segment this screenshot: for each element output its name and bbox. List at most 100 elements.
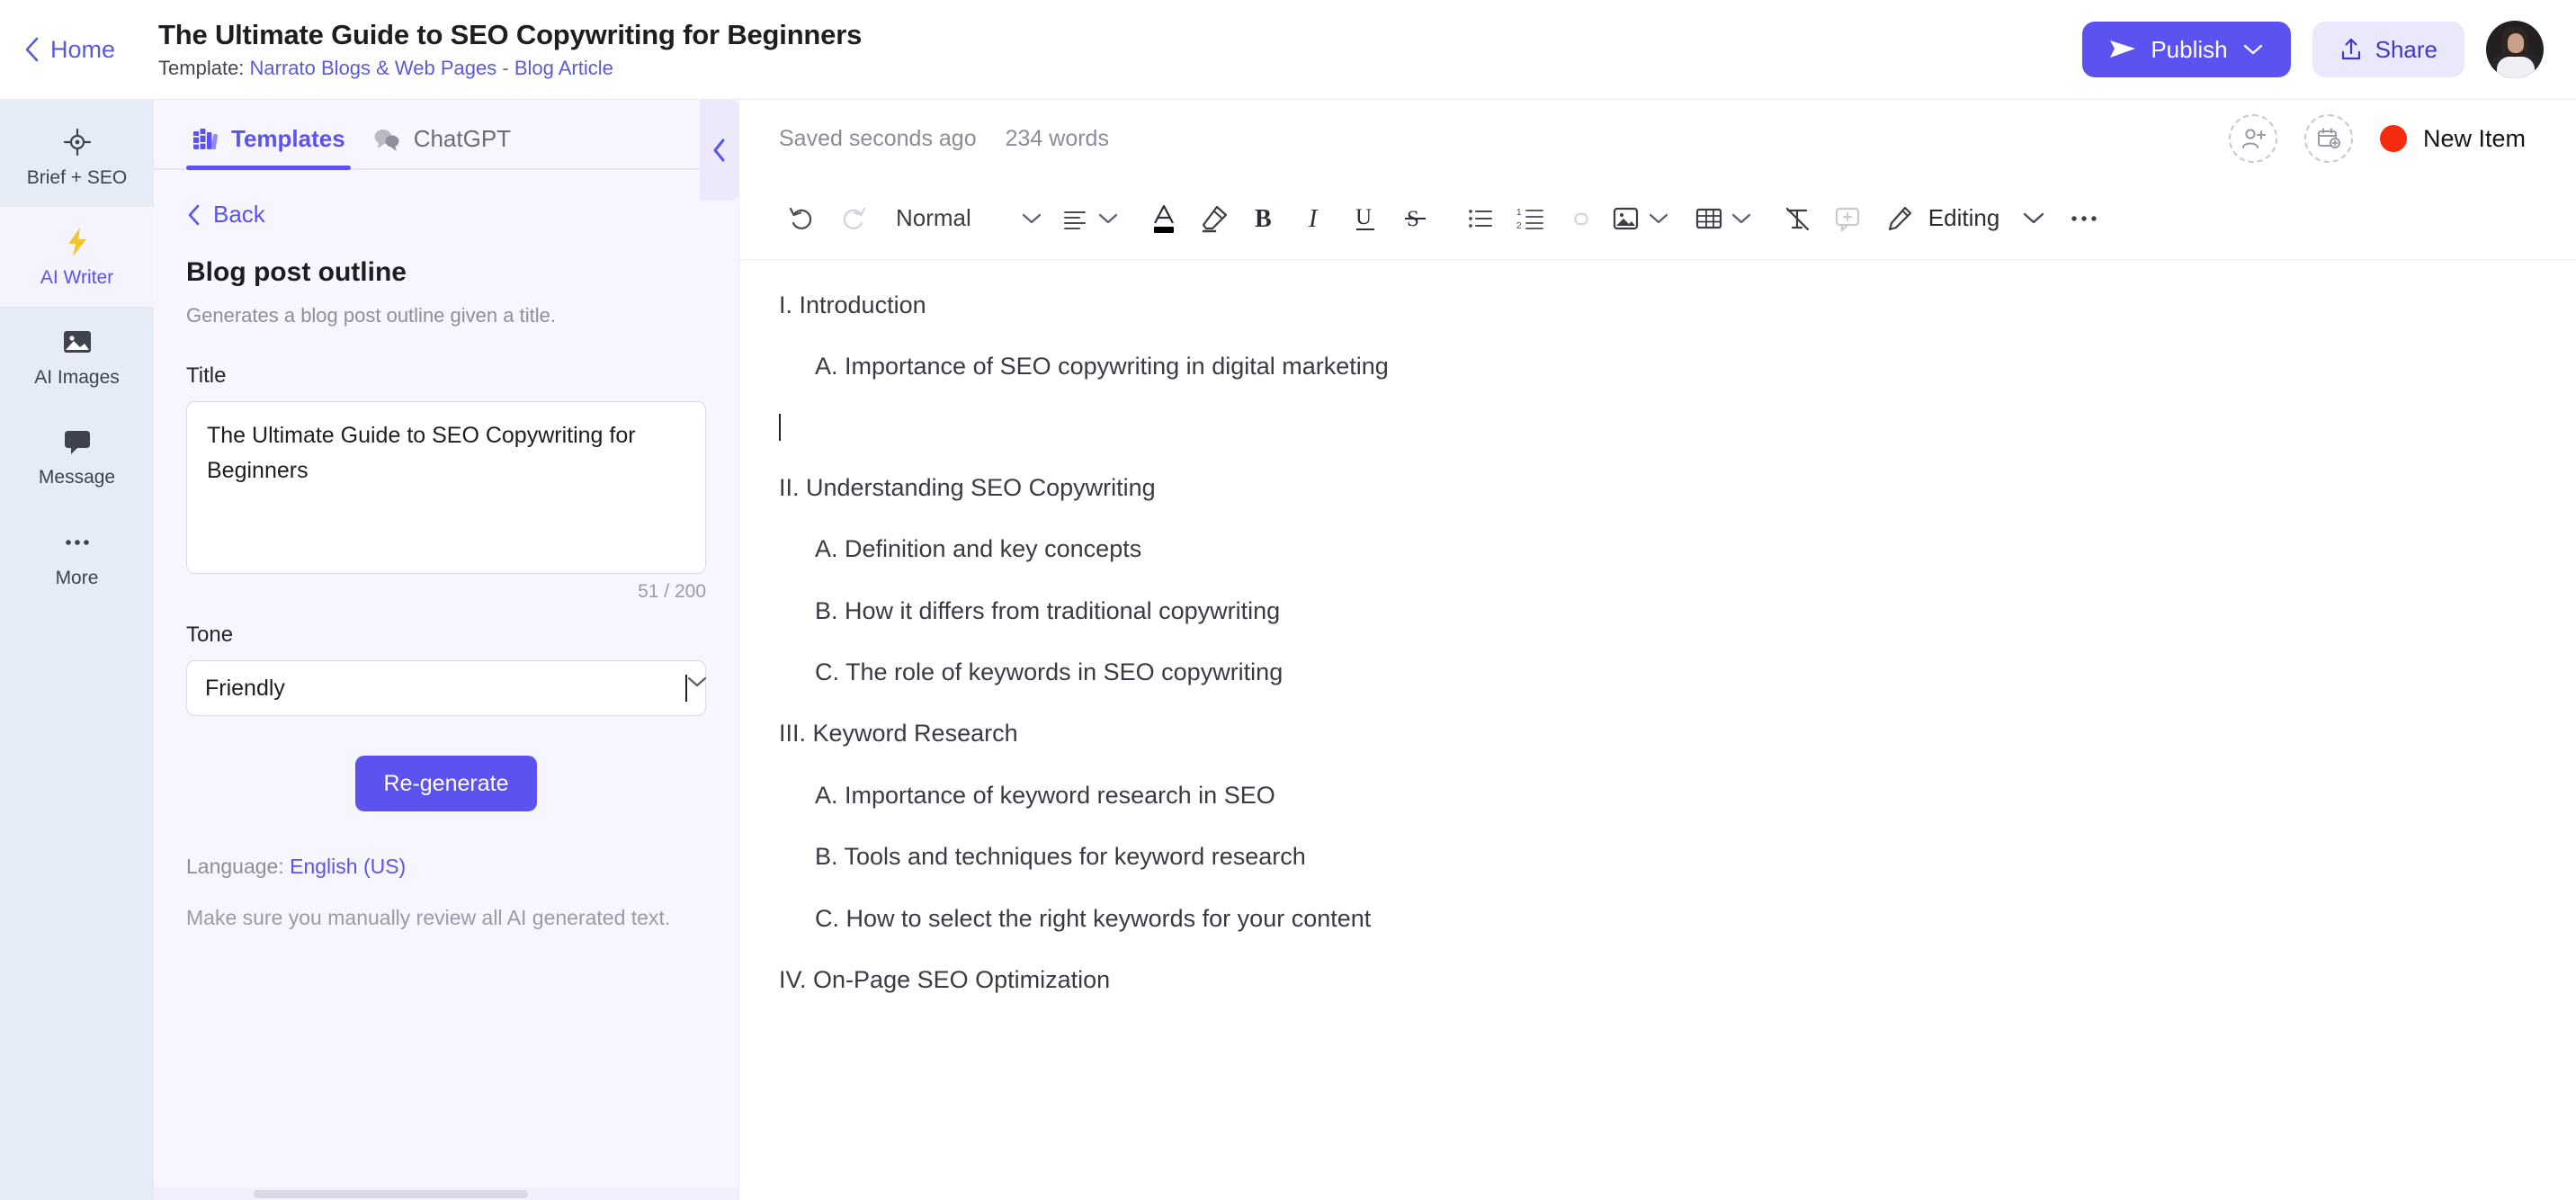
books-icon bbox=[192, 126, 219, 153]
more-options-button[interactable] bbox=[2059, 193, 2109, 244]
template-description: Generates a blog post outline given a ti… bbox=[186, 304, 556, 327]
home-back-link[interactable]: Home bbox=[23, 36, 142, 64]
status-dot-icon bbox=[2379, 125, 2407, 152]
chevron-down-icon bbox=[685, 675, 707, 702]
clear-formatting-button[interactable] bbox=[1772, 193, 1822, 244]
add-due-date-button[interactable] bbox=[2303, 114, 2353, 163]
avatar-face bbox=[2508, 33, 2524, 53]
title-input[interactable] bbox=[186, 401, 706, 574]
redo-button[interactable] bbox=[827, 193, 878, 244]
sidebar-item-ai-images[interactable]: AI Images bbox=[0, 307, 154, 407]
add-collaborator-button[interactable] bbox=[2228, 114, 2277, 163]
collapse-panel-button[interactable] bbox=[700, 100, 739, 201]
svg-text:2: 2 bbox=[1516, 221, 1522, 231]
sidebar-item-label: Message bbox=[38, 467, 116, 488]
page-title: The Ultimate Guide to SEO Copywriting fo… bbox=[158, 19, 863, 50]
share-label: Share bbox=[2375, 35, 2437, 63]
chat-bubbles-icon bbox=[372, 127, 401, 152]
editing-mode-label: Editing bbox=[1928, 204, 2000, 231]
templates-panel: Templates ChatGPT Back Blog post outline… bbox=[154, 100, 739, 1200]
sidebar-item-label: Brief + SEO bbox=[26, 167, 128, 188]
user-avatar[interactable] bbox=[2486, 21, 2544, 78]
app-root: Home The Ultimate Guide to SEO Copywriti… bbox=[0, 0, 2576, 1200]
editing-mode-dropdown[interactable] bbox=[2008, 193, 2059, 244]
sidebar-item-ai-writer[interactable]: AI Writer bbox=[0, 207, 154, 308]
regenerate-row: Re-generate bbox=[186, 756, 706, 811]
numbered-list-button[interactable]: 1 2 bbox=[1506, 193, 1556, 244]
panel-horizontal-scrollbar[interactable] bbox=[154, 1187, 738, 1200]
insert-table-button[interactable] bbox=[1689, 193, 1758, 244]
outline-empty-line[interactable] bbox=[779, 413, 2526, 441]
outline-line[interactable]: C. The role of keywords in SEO copywriti… bbox=[779, 658, 2526, 686]
new-item-status[interactable]: New Item bbox=[2379, 124, 2526, 153]
underline-button[interactable]: U bbox=[1340, 193, 1391, 244]
outline-line[interactable]: IV. On-Page SEO Optimization bbox=[779, 965, 2526, 994]
tone-select[interactable]: Friendly bbox=[186, 660, 707, 716]
sidebar-item-more[interactable]: More bbox=[0, 507, 154, 607]
new-item-label: New Item bbox=[2422, 124, 2526, 152]
bullet-list-button[interactable] bbox=[1455, 193, 1506, 244]
publish-button[interactable]: Publish bbox=[2082, 22, 2291, 77]
ellipsis-icon bbox=[62, 527, 93, 558]
outline-line[interactable]: A. Importance of keyword research in SEO bbox=[779, 781, 2526, 810]
word-count: 234 words bbox=[1005, 125, 1109, 151]
tone-field-label: Tone bbox=[186, 622, 234, 647]
outline-line[interactable]: A. Importance of SEO copywriting in digi… bbox=[779, 352, 2526, 381]
avatar-shirt bbox=[2497, 57, 2535, 78]
editor-toolbar: Normal B I U S 1 2 Editing bbox=[739, 177, 2576, 260]
outline-line[interactable]: B. How it differs from traditional copyw… bbox=[779, 596, 2526, 625]
outline-line[interactable]: C. How to select the right keywords for … bbox=[779, 904, 2526, 933]
tone-selected-value: Friendly bbox=[205, 675, 285, 701]
sidebar-item-label: AI Images bbox=[34, 367, 120, 389]
language-value[interactable]: English (US) bbox=[290, 855, 406, 878]
sidebar-item-message[interactable]: Message bbox=[0, 407, 154, 506]
pencil-icon bbox=[1885, 204, 1914, 233]
italic-button[interactable]: I bbox=[1290, 193, 1340, 244]
outline-line[interactable]: II. Understanding SEO Copywriting bbox=[779, 473, 2526, 502]
outline-line[interactable]: I. Introduction bbox=[779, 291, 2526, 319]
publish-label: Publish bbox=[2151, 35, 2228, 63]
message-icon bbox=[62, 426, 93, 457]
outline-line[interactable]: A. Definition and key concepts bbox=[779, 534, 2526, 563]
document-canvas[interactable]: I. Introduction A. Importance of SEO copy… bbox=[739, 260, 2576, 1200]
scrollbar-thumb[interactable] bbox=[253, 1190, 528, 1198]
tab-chatgpt[interactable]: ChatGPT bbox=[367, 125, 532, 168]
tab-label: Templates bbox=[231, 125, 345, 152]
link-button[interactable] bbox=[1556, 193, 1606, 244]
ai-disclaimer: Make sure you manually review all AI gen… bbox=[186, 906, 671, 929]
undo-button[interactable] bbox=[777, 193, 827, 244]
outline-line[interactable]: III. Keyword Research bbox=[779, 719, 2526, 748]
svg-text:U: U bbox=[1355, 205, 1372, 229]
paragraph-style-dropdown[interactable]: Normal bbox=[878, 193, 1056, 244]
left-rail: Brief + SEO AI Writer AI Images Message … bbox=[0, 100, 154, 1200]
template-link[interactable]: Narrato Blogs & Web Pages - Blog Article bbox=[250, 57, 613, 79]
template-prefix: Template: bbox=[158, 57, 250, 79]
insert-image-button[interactable] bbox=[1606, 193, 1675, 244]
upload-icon bbox=[2339, 37, 2363, 62]
app-body: Brief + SEO AI Writer AI Images Message … bbox=[0, 100, 2576, 1200]
template-title: Blog post outline bbox=[186, 257, 407, 287]
chevron-left-icon bbox=[186, 203, 202, 227]
editing-mode-button[interactable]: Editing bbox=[1873, 193, 2009, 244]
header-titles: The Ultimate Guide to SEO Copywriting fo… bbox=[158, 19, 862, 80]
bold-button[interactable]: B bbox=[1239, 193, 1290, 244]
svg-text:B: B bbox=[1255, 205, 1272, 233]
chevron-down-icon bbox=[1731, 211, 1752, 226]
regenerate-button[interactable]: Re-generate bbox=[354, 756, 538, 811]
text-color-button[interactable] bbox=[1139, 193, 1189, 244]
share-button[interactable]: Share bbox=[2312, 22, 2464, 77]
language-label: Language: bbox=[186, 855, 291, 878]
highlighter-button[interactable] bbox=[1189, 193, 1239, 244]
tab-templates[interactable]: Templates bbox=[186, 125, 367, 170]
sidebar-item-brief-seo[interactable]: Brief + SEO bbox=[0, 107, 154, 207]
header-actions: Publish Share bbox=[2082, 21, 2544, 78]
tone-field: Tone Friendly bbox=[186, 622, 707, 716]
add-comment-button[interactable] bbox=[1822, 193, 1873, 244]
strikethrough-button[interactable]: S bbox=[1391, 193, 1441, 244]
send-icon bbox=[2109, 38, 2136, 61]
image-icon bbox=[62, 327, 93, 357]
back-button[interactable]: Back bbox=[186, 201, 706, 228]
outline-line[interactable]: B. Tools and techniques for keyword rese… bbox=[779, 842, 2526, 871]
chevron-down-icon bbox=[1097, 211, 1119, 226]
align-dropdown[interactable] bbox=[1056, 193, 1124, 244]
